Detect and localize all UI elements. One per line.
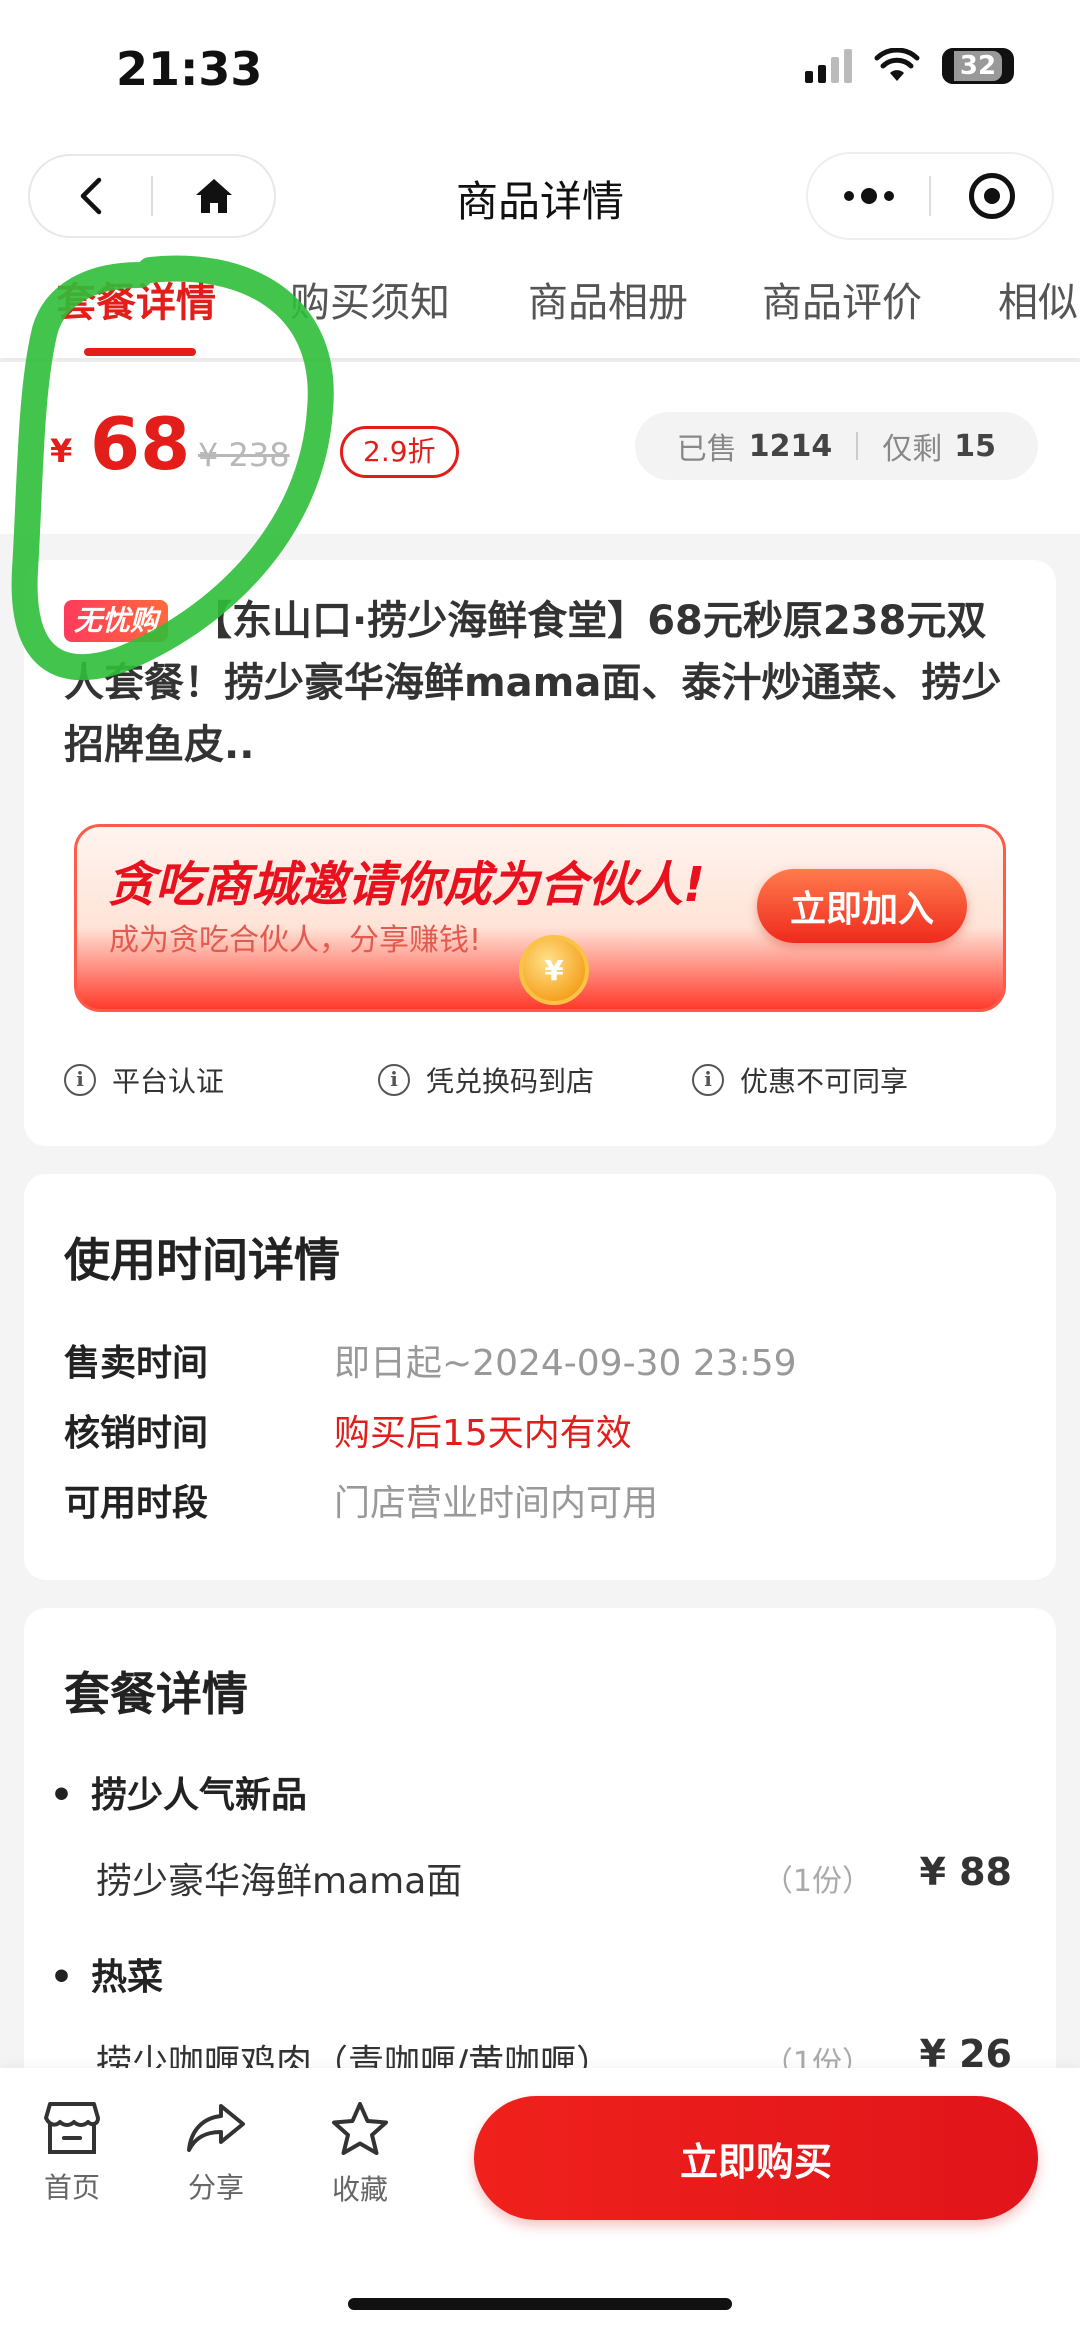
coin-icon: ¥	[519, 935, 589, 1005]
feature-item: i 优惠不可同享	[692, 1060, 908, 1100]
home-tab-button[interactable]: 首页	[12, 2100, 132, 2206]
usage-label: 可用时段	[64, 1483, 209, 1524]
battery-level: 32	[953, 51, 1003, 81]
partner-banner[interactable]: 贪吃商城邀请你成为合伙人! 成为贪吃合伙人，分享赚钱! 立即加入 ¥	[74, 824, 1006, 1012]
share-label: 分享	[187, 2171, 244, 2204]
info-icon: i	[378, 1064, 410, 1096]
usage-value: 即日起~2024-09-30 23:59	[334, 1343, 797, 1384]
feature-item: i 凭兑换码到店	[378, 1060, 594, 1100]
home-tab-label: 首页	[43, 2171, 100, 2204]
usage-row: 售卖时间 即日起~2024-09-30 23:59	[64, 1334, 797, 1386]
usage-title: 使用时间详情	[64, 1233, 340, 1287]
stock-count: 15	[954, 428, 996, 464]
tab-bar: 套餐详情 购买须知 商品相册 商品评价 相似	[0, 250, 1080, 358]
bottom-action-bar: 首页 分享 收藏 立即购买	[0, 2068, 1080, 2337]
stats-divider	[856, 432, 859, 460]
original-price: ¥ 238	[198, 436, 290, 474]
usage-label: 核销时间	[64, 1413, 209, 1454]
nav-bar: 商品详情	[0, 140, 1080, 250]
cellular-signal-icon	[805, 49, 852, 83]
feature-label: 凭兑换码到店	[426, 1065, 595, 1098]
sales-stats: 已售 1214 仅剩 15	[634, 412, 1038, 480]
target-icon	[968, 173, 1015, 219]
package-group-title: 热菜	[50, 1948, 163, 2000]
status-time: 21:33	[116, 42, 263, 96]
favorite-button[interactable]: 收藏	[300, 2100, 420, 2208]
tab-album[interactable]: 商品相册	[528, 270, 688, 328]
feature-label: 优惠不可同享	[740, 1065, 909, 1098]
package-item-price: ¥ 88	[919, 1850, 1012, 1894]
buy-now-button[interactable]: 立即购买	[474, 2096, 1038, 2220]
status-icons: 32	[805, 48, 1014, 84]
share-icon	[187, 2104, 245, 2152]
usage-row: 核销时间 购买后15天内有效	[64, 1404, 632, 1456]
tab-package-details[interactable]: 套餐详情	[56, 270, 216, 328]
tab-active-indicator	[84, 348, 196, 356]
more-dots-icon	[843, 188, 894, 204]
package-item-qty: （1份）	[762, 1864, 872, 1899]
banner-title: 贪吃商城邀请你成为合伙人!	[107, 857, 705, 913]
nav-capsule-right	[806, 152, 1054, 240]
sold-count: 1214	[748, 428, 833, 464]
currency-symbol: ¥	[50, 432, 73, 470]
share-button[interactable]: 分享	[156, 2100, 276, 2206]
wifi-icon	[874, 48, 920, 81]
tab-reviews[interactable]: 商品评价	[762, 270, 922, 328]
price-section: ¥ 68 ¥ 238 2.9折 已售 1214 仅剩 15	[0, 362, 1080, 534]
current-price: 68	[90, 402, 191, 486]
info-icon: i	[64, 1064, 96, 1096]
info-icon: i	[692, 1064, 724, 1096]
banner-subtitle: 成为贪吃合伙人，分享赚钱!	[109, 923, 482, 958]
package-group-title: 捞少人气新品	[50, 1766, 307, 1818]
usage-row: 可用时段 门店营业时间内可用	[64, 1474, 658, 1526]
usage-time-card: 使用时间详情 售卖时间 即日起~2024-09-30 23:59 核销时间 购买…	[24, 1174, 1056, 1580]
feature-list: i 平台认证 i 凭兑换码到店 i 优惠不可同享	[64, 1060, 1024, 1120]
sold-label: 已售	[676, 432, 737, 467]
wuyou-badge: 无忧购	[64, 600, 169, 642]
usage-value: 门店营业时间内可用	[334, 1483, 659, 1524]
stock-label: 仅剩	[882, 432, 943, 467]
usage-label: 售卖时间	[64, 1343, 209, 1384]
favorite-label: 收藏	[331, 2173, 388, 2206]
feature-item: i 平台认证	[64, 1060, 224, 1100]
feature-label: 平台认证	[112, 1065, 225, 1098]
package-title: 套餐详情	[64, 1667, 248, 1721]
usage-value: 购买后15天内有效	[334, 1413, 632, 1454]
more-button[interactable]	[808, 154, 929, 238]
battery-icon: 32	[942, 48, 1014, 84]
tab-similar[interactable]: 相似	[998, 270, 1078, 328]
product-title: 【东山口·捞少海鲜食堂】68元秒原238元双人套餐！捞少豪华海鲜mama面、泰汁…	[64, 598, 1002, 768]
status-bar: 21:33 32	[0, 0, 1080, 140]
join-button[interactable]: 立即加入	[757, 869, 967, 943]
package-item-name: 捞少豪华海鲜mama面	[96, 1861, 463, 1902]
home-indicator	[348, 2298, 732, 2310]
discount-badge: 2.9折	[340, 426, 459, 478]
star-icon	[332, 2102, 388, 2155]
product-title-block: 无忧购 【东山口·捞少海鲜食堂】68元秒原238元双人套餐！捞少豪华海鲜mama面…	[64, 590, 1024, 776]
tab-purchase-notice[interactable]: 购买须知	[290, 270, 450, 328]
close-miniprogram-button[interactable]	[931, 154, 1052, 238]
product-card: 无忧购 【东山口·捞少海鲜食堂】68元秒原238元双人套餐！捞少豪华海鲜mama面…	[24, 560, 1056, 1146]
store-icon	[44, 2102, 100, 2154]
package-item: 捞少豪华海鲜mama面 （1份） ¥ 88	[96, 1850, 1012, 1904]
